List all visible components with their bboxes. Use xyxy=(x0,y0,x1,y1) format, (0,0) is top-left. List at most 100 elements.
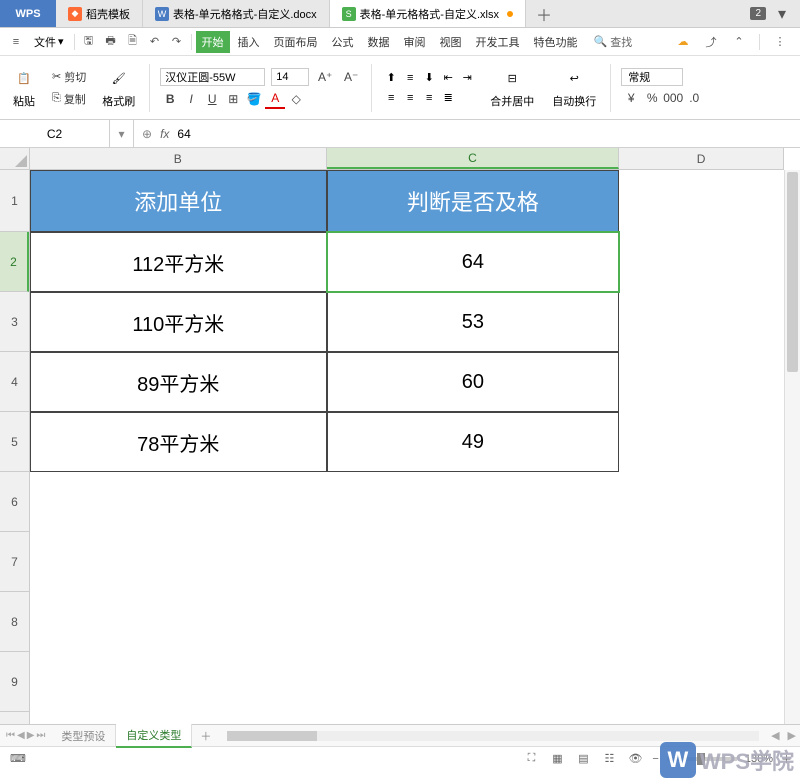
normal-view-icon[interactable]: ▦ xyxy=(548,751,566,767)
fullscreen-icon[interactable]: ⛶ xyxy=(522,751,540,767)
tab-xlsx[interactable]: S 表格-单元格格式-自定义.xlsx xyxy=(330,0,526,27)
sheet-tab-custom[interactable]: 自定义类型 xyxy=(116,724,192,748)
paste-button[interactable]: 📋 粘贴 xyxy=(8,65,40,111)
sheet-scroll-left-icon[interactable]: ◀ xyxy=(767,729,783,742)
horizontal-scrollbar[interactable] xyxy=(227,731,759,741)
sheet-next-icon[interactable]: ▶ xyxy=(27,730,35,741)
reading-view-icon[interactable]: 👁 xyxy=(626,751,644,767)
bold-button[interactable]: B xyxy=(160,89,180,109)
cell-B2[interactable]: 112平方米 xyxy=(30,232,327,292)
zoom-thumb[interactable] xyxy=(697,753,705,765)
hamburger-icon[interactable]: ≡ xyxy=(6,32,26,52)
font-color-button[interactable]: A xyxy=(265,89,285,109)
menu-tab-dev-tools[interactable]: 开发工具 xyxy=(470,31,526,53)
print-quick-icon[interactable]: 🖶 xyxy=(101,32,121,52)
zoom-level[interactable]: 130% xyxy=(745,753,773,765)
number-format-select[interactable] xyxy=(621,68,683,86)
indent-increase-icon[interactable]: ⇥ xyxy=(458,69,476,87)
currency-icon[interactable]: ¥ xyxy=(621,88,641,108)
row-header-7[interactable]: 7 xyxy=(0,532,29,592)
redo-icon[interactable]: ↷ xyxy=(167,32,187,52)
tab-templates[interactable]: ◆ 稻壳模板 xyxy=(56,0,143,27)
cut-button[interactable]: ✂剪切 xyxy=(50,67,88,87)
page-layout-icon[interactable]: ▤ xyxy=(574,751,592,767)
column-header-C[interactable]: C xyxy=(327,148,620,169)
auto-wrap-button[interactable]: ↩ 自动换行 xyxy=(548,65,600,111)
cell-C5[interactable]: 49 xyxy=(327,412,620,472)
sheet-tab-preset[interactable]: 类型预设 xyxy=(51,725,116,747)
cell-C4[interactable]: 60 xyxy=(327,352,620,412)
share-icon[interactable]: ⤴ xyxy=(701,32,721,52)
font-size-select[interactable] xyxy=(271,68,309,86)
row-header-6[interactable]: 6 xyxy=(0,472,29,532)
add-sheet-button[interactable]: ＋ xyxy=(192,728,219,744)
row-header-4[interactable]: 4 xyxy=(0,352,29,412)
fx-icon[interactable]: fx xyxy=(160,127,169,141)
sheet-last-icon[interactable]: ⏭ xyxy=(36,730,45,741)
decrease-font-icon[interactable]: A⁻ xyxy=(341,67,361,87)
cell-C9[interactable] xyxy=(327,652,620,712)
font-name-select[interactable] xyxy=(160,68,265,86)
input-mode-icon[interactable]: ⌨ xyxy=(8,749,28,769)
format-painter-button[interactable]: 🖌 格式刷 xyxy=(98,65,139,111)
cell-C1[interactable]: 判断是否及格 xyxy=(327,170,620,232)
scrollbar-thumb[interactable] xyxy=(787,172,798,372)
align-middle-icon[interactable]: ≡ xyxy=(401,69,419,87)
row-header-5[interactable]: 5 xyxy=(0,412,29,472)
undo-icon[interactable]: ↶ xyxy=(145,32,165,52)
menu-tab-special[interactable]: 特色功能 xyxy=(528,31,584,53)
name-box-dropdown[interactable]: ▾ xyxy=(110,120,134,147)
cell-B1[interactable]: 添加单位 xyxy=(30,170,327,232)
cell-D8[interactable] xyxy=(619,592,784,652)
select-all-corner[interactable] xyxy=(0,148,30,170)
cell-B3[interactable]: 110平方米 xyxy=(30,292,327,352)
menu-tab-review[interactable]: 审阅 xyxy=(398,31,432,53)
more-icon[interactable]: ⋮ xyxy=(770,32,790,52)
cell-D4[interactable] xyxy=(619,352,784,412)
zoom-in-icon[interactable]: ＋ xyxy=(781,751,792,767)
cell-C3[interactable]: 53 xyxy=(327,292,620,352)
cell-D1[interactable] xyxy=(619,170,784,232)
menu-tab-data[interactable]: 数据 xyxy=(362,31,396,53)
sheet-prev-icon[interactable]: ◀ xyxy=(17,730,25,741)
chevron-down-icon[interactable]: ▾ xyxy=(772,4,792,24)
align-left-icon[interactable]: ≡ xyxy=(382,89,400,107)
align-right-icon[interactable]: ≡ xyxy=(420,89,438,107)
zoom-slider[interactable] xyxy=(667,757,737,761)
name-box[interactable]: C2 xyxy=(0,120,110,147)
menu-tab-insert[interactable]: 插入 xyxy=(232,31,266,53)
merge-center-button[interactable]: ⊟ 合并居中 xyxy=(486,65,538,111)
fill-color-button[interactable]: 🪣 xyxy=(244,89,264,109)
cloud-icon[interactable]: ☁ xyxy=(673,32,693,52)
align-bottom-icon[interactable]: ⬇ xyxy=(420,69,438,87)
cell-C2[interactable]: 64 xyxy=(327,232,620,292)
cell-B9[interactable] xyxy=(30,652,327,712)
tab-doc[interactable]: W 表格-单元格格式-自定义.docx xyxy=(143,0,330,27)
collapse-ribbon-icon[interactable]: ⌃ xyxy=(729,32,749,52)
cell-C7[interactable] xyxy=(327,532,620,592)
sheet-scroll-right-icon[interactable]: ▶ xyxy=(784,729,800,742)
cell-B8[interactable] xyxy=(30,592,327,652)
search-button[interactable]: 🔍查找 xyxy=(586,34,641,50)
italic-button[interactable]: I xyxy=(181,89,201,109)
save-icon[interactable]: 🖫 xyxy=(79,32,99,52)
increase-font-icon[interactable]: A⁺ xyxy=(315,67,335,87)
cell-C8[interactable] xyxy=(327,592,620,652)
border-button[interactable]: ⊞ xyxy=(223,89,243,109)
new-tab-button[interactable]: ＋ xyxy=(526,0,562,27)
menu-tab-view[interactable]: 视图 xyxy=(434,31,468,53)
cell-B6[interactable] xyxy=(30,472,327,532)
cell-B7[interactable] xyxy=(30,532,327,592)
underline-button[interactable]: U xyxy=(202,89,222,109)
copy-button[interactable]: ⎘复制 xyxy=(50,89,88,109)
comma-icon[interactable]: 000 xyxy=(663,88,683,108)
cell-D7[interactable] xyxy=(619,532,784,592)
cells-area[interactable]: 添加单位判断是否及格112平方米64110平方米5389平方米6078平方米49 xyxy=(30,170,784,724)
column-header-D[interactable]: D xyxy=(619,148,784,169)
cell-B4[interactable]: 89平方米 xyxy=(30,352,327,412)
sheet-first-icon[interactable]: ⏮ xyxy=(6,730,15,741)
menu-tab-start[interactable]: 开始 xyxy=(196,31,230,53)
goto-icon[interactable]: ⊕ xyxy=(142,127,152,141)
decrease-decimal-icon[interactable]: .0 xyxy=(684,88,704,108)
percent-icon[interactable]: % xyxy=(642,88,662,108)
